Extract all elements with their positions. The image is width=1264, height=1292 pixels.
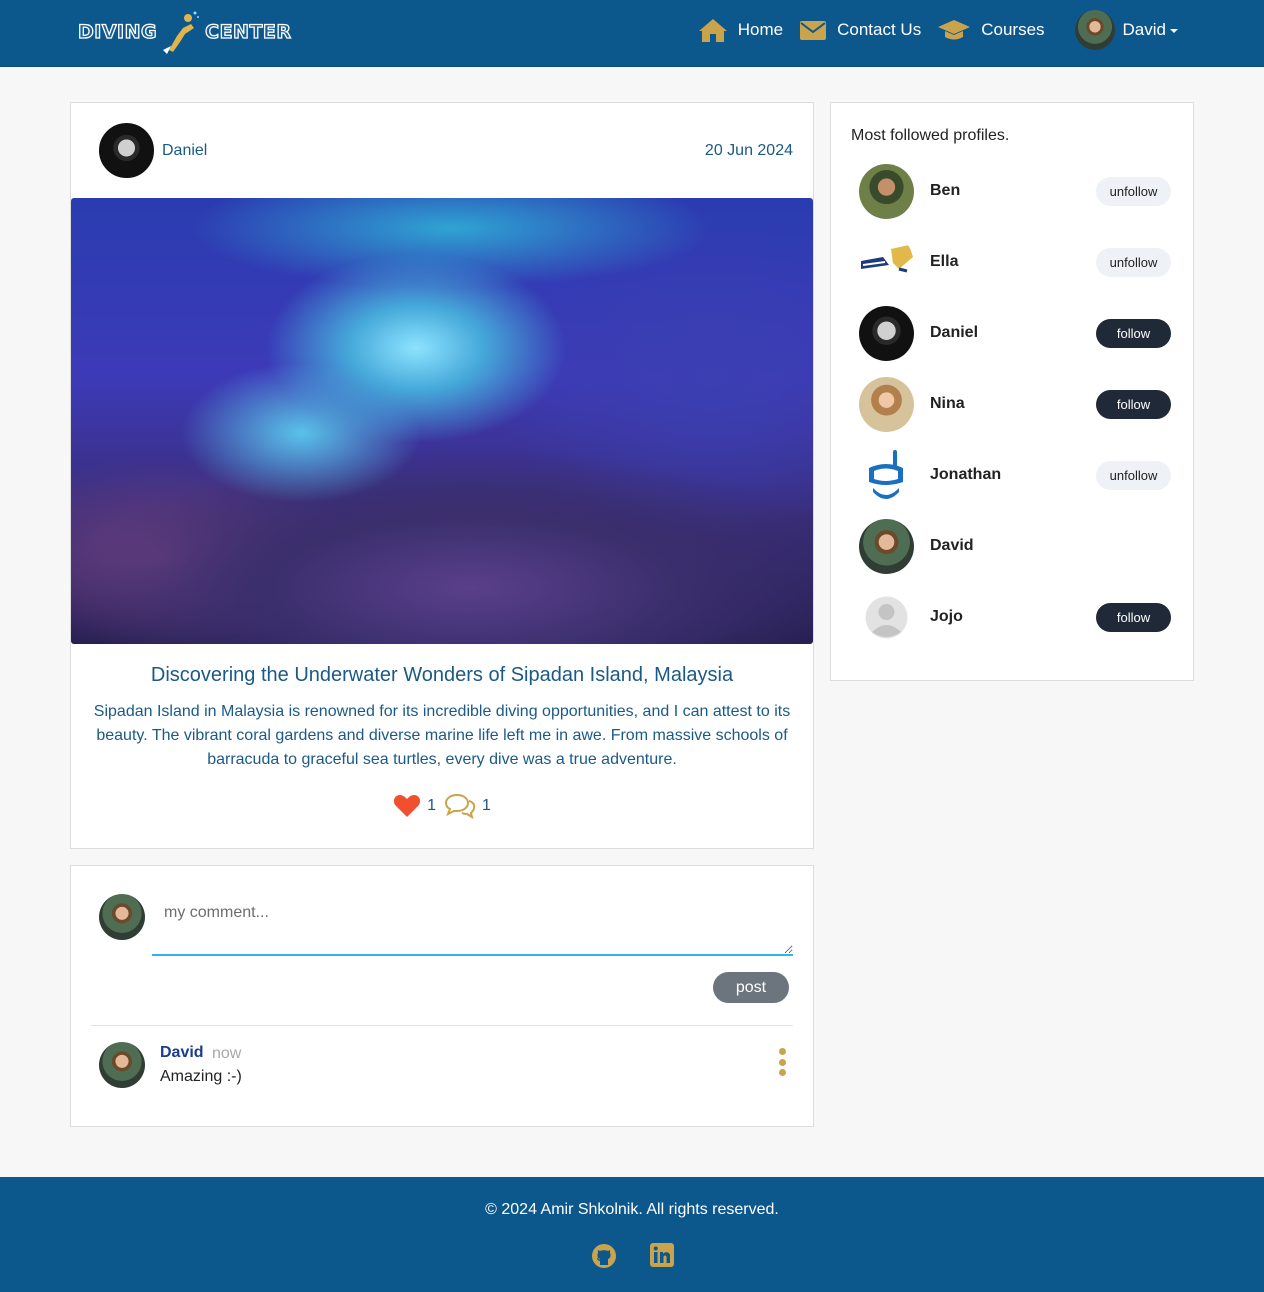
profile-avatar [859,518,914,574]
unfollow-button[interactable]: unfollow [1096,247,1171,277]
diver-logo-icon [861,244,913,272]
profile-name: Nina [930,395,965,412]
comment-count: 1 [482,797,491,814]
unfollow-button[interactable]: unfollow [1096,176,1171,206]
comments-icon [444,793,476,819]
profile-item[interactable]: Ella unfollow [859,234,1171,290]
profile-item[interactable]: Jojo follow [859,589,1171,645]
post-title: Discovering the Underwater Wonders of Si… [150,664,734,686]
linkedin-icon[interactable] [650,1243,674,1272]
envelope-icon [800,21,827,40]
nav-courses-label: Courses [981,20,1045,39]
profile-avatar [859,163,914,219]
author-avatar[interactable] [99,123,154,178]
nav-contact[interactable]: Contact Us [799,19,921,41]
comments-card: post David now Amazing :-) [70,865,814,1127]
nav-home[interactable]: Home [698,17,783,43]
nav-home-label: Home [737,20,784,39]
like-count: 1 [427,797,436,814]
heart-icon [394,795,421,817]
comment-options-icon[interactable] [775,1048,789,1076]
user-avatar [1074,10,1115,50]
nav-courses[interactable]: Courses [937,18,1045,42]
most-followed-card: Most followed profiles. Ben unfollow Ell… [830,102,1194,681]
post-image [71,198,813,644]
post-actions: 1 1 [71,793,813,819]
default-user-icon [865,596,908,638]
comment-text: Amazing :-) [160,1068,242,1085]
profile-item[interactable]: Nina follow [859,376,1171,432]
brand-text-left: DIVING [77,20,158,43]
profile-name: Jojo [930,608,963,625]
post-author[interactable]: Daniel [162,142,207,160]
user-name: David [1122,20,1166,39]
profile-avatar [859,234,914,290]
commenter-name[interactable]: David [160,1044,204,1062]
comment-input[interactable] [152,892,793,956]
footer: © 2024 Amir Shkolnik. All rights reserve… [0,1177,1264,1292]
post-header: Daniel [99,123,207,178]
profile-name: Jonathan [930,466,1002,483]
profile-item[interactable]: Jonathan unfollow [859,447,1171,503]
user-menu[interactable]: David [1074,10,1178,50]
nav-links: Home Contact Us Courses David [682,0,1178,60]
commenter-avatar[interactable] [99,1042,145,1088]
profile-name: Daniel [930,324,979,341]
diver-icon [163,11,200,54]
copyright: © 2024 Amir Shkolnik. All rights reserve… [485,1201,779,1218]
post-card: Daniel 20 Jun 2024 Discovering the Under… [70,102,814,849]
profile-name: Ben [930,182,961,199]
home-icon [698,19,727,42]
unfollow-button[interactable]: unfollow [1096,460,1171,490]
caret-down-icon [1170,29,1178,33]
post-body: Sipadan Island in Malaysia is renowned f… [93,703,791,768]
profile-name: Ella [930,253,959,270]
brand-text-right: CENTER [204,20,292,43]
profile-item[interactable]: David [859,518,1171,574]
profile-name: David [930,537,974,554]
divider [91,1025,793,1026]
follow-button[interactable]: follow [1096,602,1171,632]
follow-button[interactable]: follow [1096,318,1171,348]
comment-time: now [212,1045,242,1062]
brand-logo[interactable]: DIVING CENTER [77,10,292,54]
post-date: 20 Jun 2024 [704,142,793,159]
comments-button[interactable]: 1 [444,793,491,819]
navbar: DIVING CENTER Home Contact Us Courses Da… [0,0,1264,67]
graduation-cap-icon [938,20,971,40]
github-icon[interactable] [591,1243,617,1274]
sidebar-title: Most followed profiles. [851,127,1010,144]
profile-item[interactable]: Daniel follow [859,305,1171,361]
snorkel-mask-icon [869,449,903,499]
follow-button[interactable]: follow [1096,389,1171,419]
like-button[interactable]: 1 [393,794,436,818]
current-user-avatar [99,894,145,940]
profile-item[interactable]: Ben unfollow [859,163,1171,219]
nav-contact-label: Contact Us [837,20,922,39]
profile-avatar [859,305,914,361]
profile-avatar [859,376,914,432]
profile-avatar [859,589,914,645]
post-comment-button[interactable]: post [713,972,789,1003]
profile-avatar [859,447,914,503]
